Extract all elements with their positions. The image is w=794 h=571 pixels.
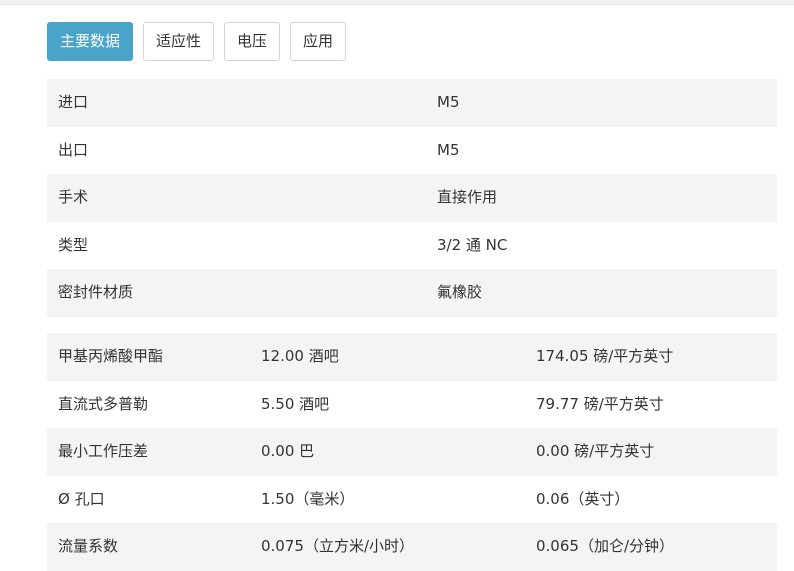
spec-label: 进口	[58, 93, 89, 111]
metric-value: 1.50（毫米）	[261, 489, 355, 508]
spec-label: 类型	[58, 235, 89, 254]
metric-value: 0.075（立方米/小时）	[261, 537, 414, 556]
table-row: 进口 M5	[47, 79, 777, 127]
table-row: 最小工作压差 0.00 巴 0.00 磅/平方英寸	[47, 428, 777, 476]
imperial-value: 79.77 磅/平方英寸	[536, 394, 664, 413]
specs-table: 进口 M5 出口 M5 手术 直接作用 类型 3/2 通 NC 密封件材质 氟橡…	[47, 79, 777, 317]
spec-value: 3/2 通 NC	[437, 235, 508, 254]
metric-label: 最小工作压差	[58, 442, 149, 461]
metric-label: 流量系数	[58, 537, 119, 556]
tab-voltage[interactable]: 电压	[224, 22, 281, 61]
table-row: 类型 3/2 通 NC	[47, 222, 777, 270]
metric-label: 甲基丙烯酸甲酯	[58, 347, 164, 365]
table-row: 流量系数 0.075（立方米/小时） 0.065（加仑/分钟）	[47, 523, 777, 571]
table-row: 甲基丙烯酸甲酯 12.00 酒吧 174.05 磅/平方英寸	[47, 333, 777, 381]
spec-value: 直接作用	[437, 188, 498, 207]
table-row: 手术 直接作用	[47, 174, 777, 222]
metric-value: 5.50 酒吧	[261, 394, 330, 413]
tab-bar: 主要数据 适应性 电压 应用	[47, 22, 356, 61]
table-row: 密封件材质 氟橡胶	[47, 269, 777, 317]
table-row: 直流式多普勒 5.50 酒吧 79.77 磅/平方英寸	[47, 381, 777, 429]
imperial-value: 0.065（加仑/分钟）	[536, 537, 674, 556]
spec-label: 手术	[58, 188, 89, 207]
spec-label: 出口	[58, 140, 89, 159]
imperial-value: 0.06（英寸）	[536, 489, 630, 508]
metric-value: 12.00 酒吧	[261, 347, 339, 365]
imperial-value: 0.00 磅/平方英寸	[536, 442, 655, 461]
spec-value: 氟橡胶	[437, 283, 483, 302]
tab-main-data[interactable]: 主要数据	[47, 22, 134, 61]
tab-application[interactable]: 应用	[290, 22, 347, 61]
table-row: 出口 M5	[47, 127, 777, 175]
spec-label: 密封件材质	[58, 283, 134, 302]
metric-label: Ø 孔口	[58, 489, 105, 508]
table-row: Ø 孔口 1.50（毫米） 0.06（英寸）	[47, 476, 777, 524]
imperial-value: 174.05 磅/平方英寸	[536, 347, 674, 365]
metrics-table: 甲基丙烯酸甲酯 12.00 酒吧 174.05 磅/平方英寸 直流式多普勒 5.…	[47, 333, 777, 571]
top-divider	[0, 0, 794, 5]
tab-compatibility[interactable]: 适应性	[143, 22, 215, 61]
spec-value: M5	[437, 93, 460, 111]
metric-label: 直流式多普勒	[58, 394, 149, 413]
metric-value: 0.00 巴	[261, 442, 315, 461]
spec-value: M5	[437, 140, 460, 159]
